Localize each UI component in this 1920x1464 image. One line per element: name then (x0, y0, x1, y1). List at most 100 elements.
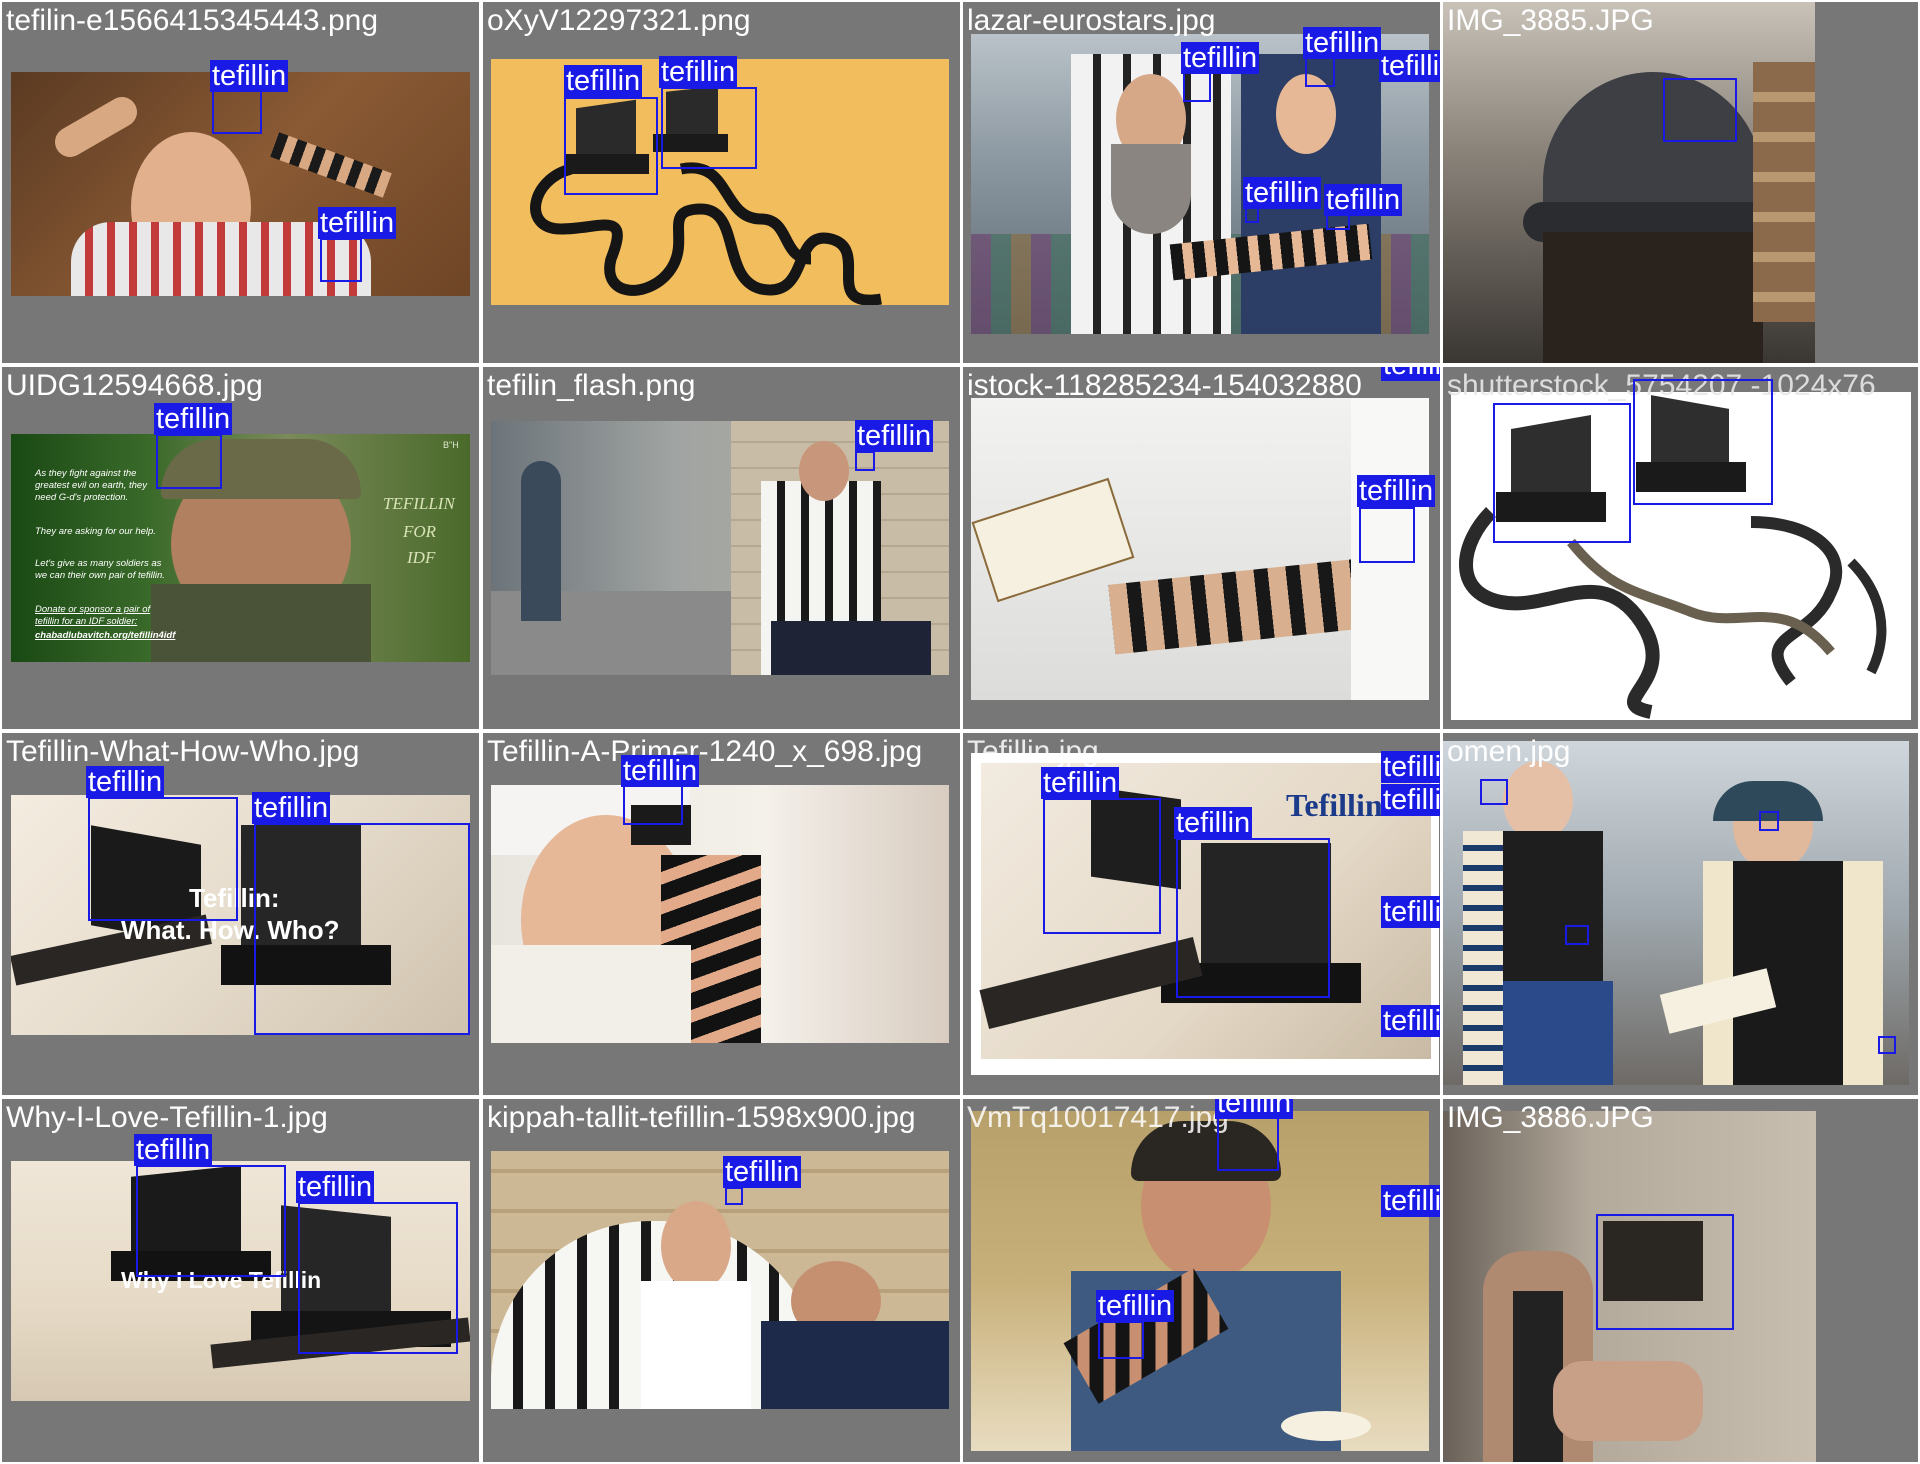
detection-label: tefillin (1215, 1099, 1294, 1119)
detection-box (1663, 78, 1737, 142)
photo-kotel-tallit-image (491, 1151, 949, 1409)
tile: IMG_3885.JPG (1443, 2, 1918, 363)
detection-label: tefillin (1381, 751, 1440, 783)
tile-filename: tefilin_flash.png (487, 369, 696, 402)
tile-filename: IMG_3886.JPG (1447, 1101, 1654, 1134)
detection-box (1633, 379, 1773, 505)
photo-man-reading-on-street-image (491, 421, 949, 675)
detection-label: tefillin (1381, 367, 1440, 381)
detection-box (156, 434, 222, 489)
detection-label: tefillin (252, 792, 331, 824)
tile: oXyV12297321.png tefillin tefillin (483, 2, 960, 363)
banner-title: Tefillin (1286, 787, 1383, 823)
detection-box (254, 823, 470, 1035)
detection-label: tefillin (1357, 475, 1436, 507)
photo-two-women-image (1443, 741, 1909, 1085)
detection-box (1759, 811, 1779, 831)
detection-label: tefillin (1381, 896, 1440, 928)
detection-label: tefillin (296, 1171, 375, 1203)
detection-label: tefillin (564, 65, 643, 97)
tile-filename: istock-118285234-154032880 (967, 369, 1362, 402)
detection-label: tefillin (1379, 50, 1440, 82)
detection-box (1565, 925, 1589, 945)
tile-filename: Tefillin.jpg (967, 735, 1099, 768)
detection-box (1176, 838, 1330, 998)
detection-box (1217, 1117, 1279, 1171)
photo-man-covering-eyes-image (971, 1111, 1429, 1451)
ad-link: chabadlubavitch.org/tefillin4idf (35, 630, 176, 641)
detection-label: tefillin (621, 755, 700, 787)
detection-label: tefillin (210, 60, 289, 92)
tile: B"H TEFILLIN FOR IDF As they fight again… (2, 367, 479, 729)
tile-filename: IMG_3885.JPG (1447, 4, 1654, 37)
detection-grid: tefilin-e1566415345443.png tefillin tefi… (0, 0, 1920, 1464)
tile: VmTq10017417.jpg tefillin tefillin tefil… (963, 1099, 1440, 1462)
tile-filename: omen.jpg (1447, 735, 1571, 768)
detection-label: tefillin (134, 1134, 213, 1166)
photo-cap-with-tefillin-image (1443, 2, 1815, 363)
detection-box (725, 1187, 743, 1205)
detection-box (1596, 1214, 1734, 1330)
detection-box (136, 1165, 286, 1277)
detection-label: tefillin (1041, 767, 1120, 799)
tile: istock-118285234-154032880 tefillin tefi… (963, 367, 1440, 729)
title-line: TEFILLIN (383, 494, 455, 513)
watermark-bh: B"H (443, 440, 459, 450)
detection-box (564, 97, 658, 195)
photo-soldier-image: B"H TEFILLIN FOR IDF As they fight again… (11, 434, 470, 662)
ad-paragraph: As they fight against the greatest evil … (35, 468, 147, 503)
tile-filename: lazar-eurostars.jpg (967, 4, 1216, 37)
detection-label: tefillin (1381, 1005, 1440, 1037)
tile-filename: kippah-tallit-tefillin-1598x900.jpg (487, 1101, 916, 1134)
tile: IMG_3886.JPG (1443, 1099, 1918, 1462)
detection-box (1305, 57, 1335, 87)
ad-paragraph: Let's give as many soldiers as we can th… (35, 558, 165, 581)
detection-label: tefillin (855, 420, 934, 452)
detection-label: tefillin (1381, 784, 1440, 816)
detection-box (1878, 1036, 1896, 1054)
detection-box (1098, 1321, 1144, 1359)
tile: omen.jpg (1443, 733, 1918, 1095)
tile: Why I Love Tefillin Why-I-Love-Tefillin-… (2, 1099, 479, 1462)
detection-box (661, 87, 757, 169)
detection-label: tefillin (154, 403, 233, 435)
detection-label: tefillin (1324, 184, 1403, 216)
tile: Tefillin Tefillin.jpg tefillin tefillin … (963, 733, 1440, 1095)
detection-label: tefillin (723, 1156, 802, 1188)
tile-filename: VmTq10017417.jpg (967, 1101, 1229, 1134)
detection-label: tefillin (1381, 1185, 1440, 1217)
detection-box (623, 783, 683, 825)
detection-box (1183, 72, 1211, 102)
tile-filename: Tefillin-A-Primer-1240_x_698.jpg (487, 735, 923, 768)
tile-filename: oXyV12297321.png (487, 4, 751, 37)
detection-label: tefillin (1303, 27, 1382, 59)
detection-box (320, 238, 362, 282)
tile: tefilin-e1566415345443.png tefillin tefi… (2, 2, 479, 363)
detection-label: tefillin (659, 56, 738, 88)
tile: Tefillin: What. How. Who? Tefillin-What-… (2, 733, 479, 1095)
detection-label: tefillin (1096, 1290, 1175, 1322)
detection-label: tefillin (1243, 177, 1322, 209)
tile: tefilin_flash.png tefillin (483, 367, 960, 729)
tile: Tefillin-A-Primer-1240_x_698.jpg tefilli… (483, 733, 960, 1095)
tile-filename: Why-I-Love-Tefillin-1.jpg (6, 1101, 328, 1134)
tile-filename: UIDG12594668.jpg (6, 369, 263, 402)
detection-label: tefillin (1181, 42, 1260, 74)
title-line: IDF (407, 548, 436, 567)
detection-box (88, 797, 238, 921)
ad-cta: Donate or sponsor a pair of tefillin for… (35, 604, 151, 627)
tile: shutterstock_5754207 -1024x76 (1443, 367, 1918, 729)
detection-box (1359, 507, 1415, 563)
photo-boy-praying-image (491, 785, 949, 1043)
tile: lazar-eurostars.jpg tefillin tefillin te… (963, 2, 1440, 363)
detection-box (1245, 207, 1259, 223)
detection-label: tefillin (86, 766, 165, 798)
detection-box (1043, 798, 1161, 934)
tile: kippah-tallit-tefillin-1598x900.jpg tefi… (483, 1099, 960, 1462)
title-line: FOR (403, 522, 437, 541)
tile-filename: Tefillin-What-How-Who.jpg (6, 735, 360, 768)
detection-box (298, 1202, 458, 1354)
detection-label: tefillin (318, 207, 397, 239)
detection-label: tefillin (1174, 807, 1253, 839)
ad-paragraph: They are asking for our help. (35, 526, 156, 537)
